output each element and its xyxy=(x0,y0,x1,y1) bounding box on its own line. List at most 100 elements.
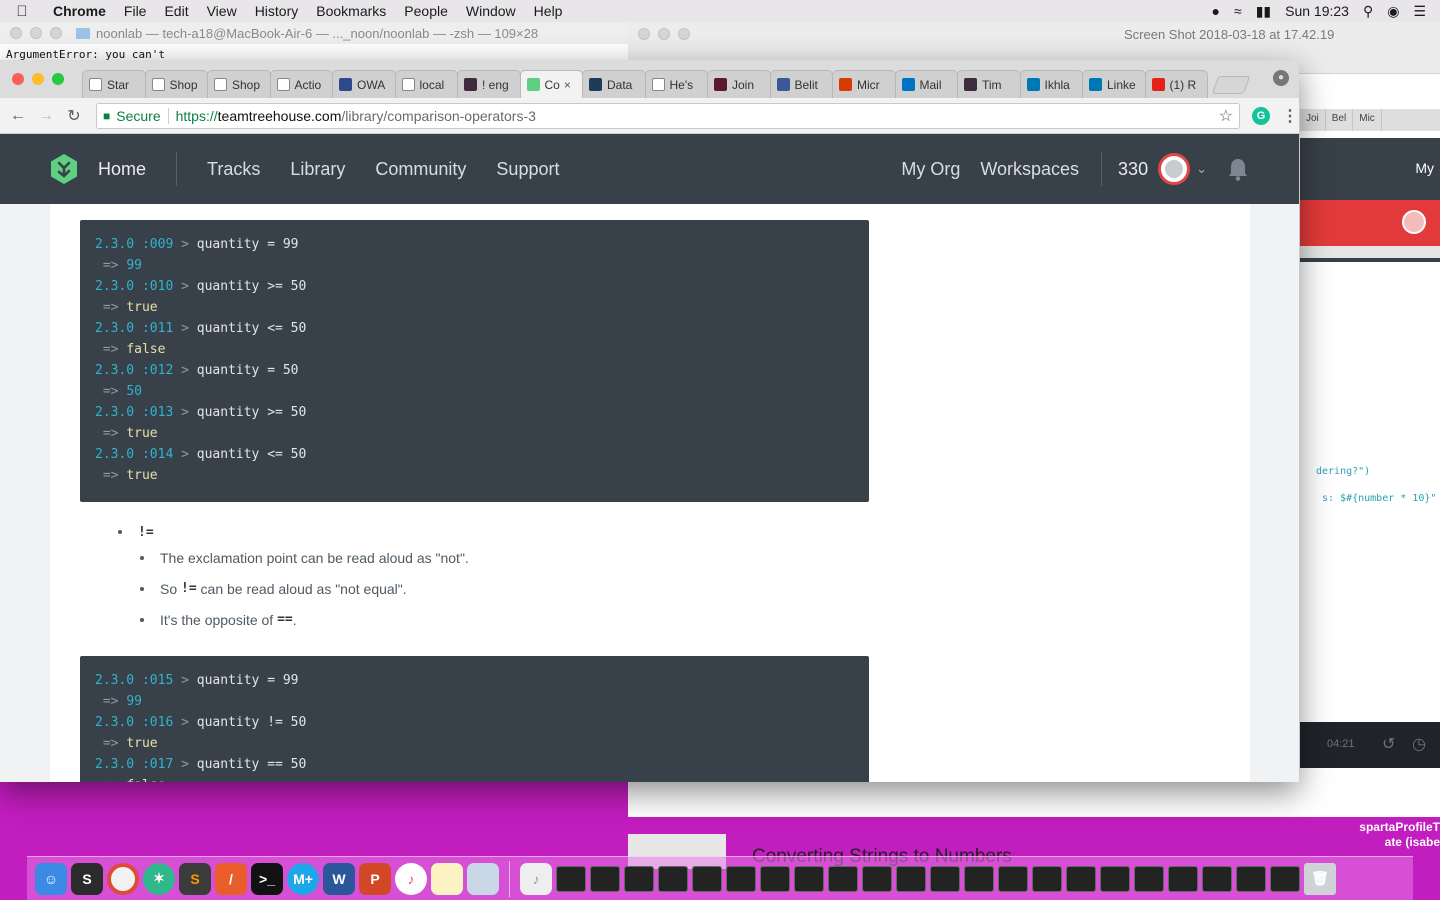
browser-tab[interactable]: Tim xyxy=(957,70,1021,98)
minimized-window-icon[interactable] xyxy=(1100,865,1130,892)
browser-tab[interactable]: Ikhla xyxy=(1019,70,1083,98)
minimized-window-icon[interactable] xyxy=(692,865,722,892)
browser-tab[interactable]: Join xyxy=(707,70,771,98)
nav-library[interactable]: Library xyxy=(290,159,345,180)
menu-help[interactable]: Help xyxy=(525,3,572,19)
apple-icon[interactable]:  xyxy=(0,3,44,20)
menu-edit[interactable]: Edit xyxy=(155,3,197,19)
minimized-window-icon[interactable] xyxy=(964,865,994,892)
minimized-window-icon[interactable] xyxy=(1270,865,1300,892)
minimized-window-icon[interactable] xyxy=(794,865,824,892)
spotlight-icon[interactable]: ⚲ xyxy=(1363,3,1373,20)
bell-icon[interactable] xyxy=(1227,157,1249,181)
minimized-window-icon[interactable] xyxy=(658,865,688,892)
browser-tab[interactable]: Star xyxy=(82,70,146,98)
brush-icon[interactable]: / xyxy=(215,862,247,895)
browser-tab[interactable]: Mail xyxy=(894,70,958,98)
minimized-window-icon[interactable] xyxy=(590,865,620,892)
zoom-window-button[interactable] xyxy=(52,73,64,85)
menu-bookmarks[interactable]: Bookmarks xyxy=(307,3,395,19)
forward-arrow-icon[interactable]: → xyxy=(32,107,60,125)
minimized-window-icon[interactable] xyxy=(1236,865,1266,892)
chrome-menu-icon[interactable]: ⋮ xyxy=(1282,106,1298,126)
bookmark-star-icon[interactable]: ☆ xyxy=(1219,106,1233,126)
browser-tab[interactable]: local xyxy=(394,70,458,98)
chevron-down-icon[interactable]: ⌄ xyxy=(1196,161,1207,177)
word-icon[interactable]: W xyxy=(323,862,355,895)
siri-icon[interactable]: ◉ xyxy=(1387,3,1399,20)
browser-tab[interactable]: Actio xyxy=(269,70,333,98)
nav-tracks[interactable]: Tracks xyxy=(207,159,260,180)
atom-icon[interactable]: ✶ xyxy=(143,862,175,895)
new-tab-button[interactable] xyxy=(1211,76,1251,94)
browser-tab[interactable]: Micr xyxy=(832,70,896,98)
mplus-icon[interactable]: M+ xyxy=(287,862,319,895)
evernote-icon[interactable]: ● xyxy=(1212,3,1220,19)
browser-tab[interactable]: Co × xyxy=(519,70,583,98)
minimized-window-icon[interactable] xyxy=(1202,865,1232,892)
menu-history[interactable]: History xyxy=(246,3,308,19)
sublime-icon[interactable]: S xyxy=(179,862,211,895)
itunes-icon[interactable]: ♪ xyxy=(395,862,427,895)
points-count[interactable]: 330 xyxy=(1118,159,1148,180)
browser-tab[interactable]: Belit xyxy=(769,70,833,98)
nav-community[interactable]: Community xyxy=(375,159,466,180)
minimized-window-icon[interactable] xyxy=(760,865,790,892)
battery-icon[interactable]: ▮▮ xyxy=(1256,3,1271,20)
browser-tab[interactable]: Data xyxy=(582,70,646,98)
music-file-icon[interactable]: ♪ xyxy=(520,862,552,895)
back-arrow-icon[interactable]: ← xyxy=(4,107,32,125)
profile-icon[interactable]: ● xyxy=(1273,70,1289,86)
preview-window-controls[interactable] xyxy=(638,28,690,40)
browser-tab[interactable]: ! eng xyxy=(457,70,521,98)
browser-tab[interactable]: (1) R xyxy=(1144,70,1208,98)
powerpoint-icon[interactable]: P xyxy=(359,862,391,895)
trash-icon[interactable]: 🗑 xyxy=(1304,862,1336,895)
nav-workspaces[interactable]: Workspaces xyxy=(980,159,1079,180)
minimized-window-icon[interactable] xyxy=(998,865,1028,892)
menu-view[interactable]: View xyxy=(198,3,246,19)
finder-icon[interactable]: ☺ xyxy=(35,862,67,895)
browser-tab[interactable]: Shop xyxy=(207,70,271,98)
minimized-window-icon[interactable] xyxy=(862,865,892,892)
menu-window[interactable]: Window xyxy=(457,3,525,19)
menu-file[interactable]: File xyxy=(115,3,156,19)
avatar[interactable] xyxy=(1158,153,1191,185)
close-window-button[interactable] xyxy=(12,73,24,85)
nav-support[interactable]: Support xyxy=(496,159,559,180)
menu-chrome[interactable]: Chrome xyxy=(44,3,115,19)
close-tab-icon[interactable]: × xyxy=(564,78,571,92)
minimized-window-icon[interactable] xyxy=(556,865,586,892)
notification-center-icon[interactable]: ☰ xyxy=(1413,3,1426,20)
terminal-icon[interactable]: >_ xyxy=(251,862,283,895)
wifi-icon[interactable]: ≈ xyxy=(1234,3,1242,19)
minimized-window-icon[interactable] xyxy=(1168,865,1198,892)
minimized-window-icon[interactable] xyxy=(828,865,858,892)
minimized-window-icon[interactable] xyxy=(1134,865,1164,892)
browser-tab[interactable]: OWA xyxy=(332,70,396,98)
browser-tab[interactable]: Linke xyxy=(1082,70,1146,98)
reload-icon[interactable]: ↻ xyxy=(60,106,88,126)
scrivener-icon[interactable]: S xyxy=(71,862,103,895)
terminal-window-controls[interactable] xyxy=(10,27,62,39)
nav-home[interactable]: Home xyxy=(98,159,146,180)
menu-people[interactable]: People xyxy=(395,3,457,19)
minimized-window-icon[interactable] xyxy=(1066,865,1096,892)
treehouse-logo-icon[interactable] xyxy=(48,153,80,185)
chrome-icon[interactable] xyxy=(107,862,139,895)
browser-tab[interactable]: Shop xyxy=(144,70,208,98)
preview-icon[interactable] xyxy=(467,862,499,895)
minimized-window-icon[interactable] xyxy=(624,865,654,892)
nav-my-org[interactable]: My Org xyxy=(901,159,960,180)
minimized-window-icon[interactable] xyxy=(726,865,756,892)
address-bar[interactable]: ■ Secure https://teamtreehouse.com/libra… xyxy=(96,102,1240,129)
notes-icon[interactable] xyxy=(431,862,463,895)
minimized-window-icon[interactable] xyxy=(1032,865,1062,892)
minimized-window-icon[interactable] xyxy=(930,865,960,892)
browser-tab[interactable]: He's xyxy=(644,70,708,98)
minimize-window-button[interactable] xyxy=(32,73,44,85)
minimized-window-icon[interactable] xyxy=(896,865,926,892)
grammarly-extension-icon[interactable]: G xyxy=(1252,106,1270,125)
desktop-file-label[interactable]: spartaProfileT ate (isabe xyxy=(1359,820,1440,850)
clock[interactable]: Sun 19:23 xyxy=(1285,3,1349,19)
